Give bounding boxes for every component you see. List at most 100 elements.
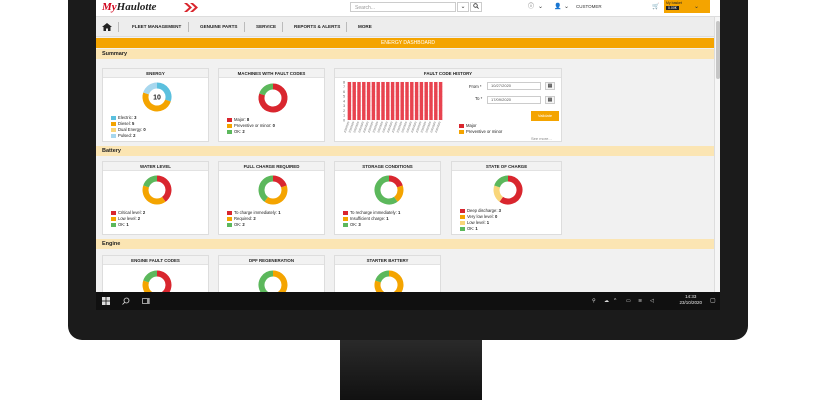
legend-swatch (111, 128, 116, 132)
home-icon[interactable] (102, 23, 112, 31)
donut-slice[interactable] (393, 185, 404, 202)
bar-major[interactable] (419, 82, 424, 120)
nav-reports-alerts[interactable]: REPORTS & ALERTS (294, 24, 340, 29)
wifi-icon[interactable]: ≋ (638, 296, 642, 306)
info-icon[interactable]: ⓘ (528, 2, 534, 12)
machines-fault-donut-chart (258, 83, 288, 113)
legend-value: 2 (253, 216, 256, 221)
legend-value: 0 (272, 123, 275, 128)
search-dropdown-button[interactable]: ⌄ (457, 2, 469, 12)
taskbar-search-icon[interactable] (122, 297, 130, 305)
donut-slice[interactable] (156, 175, 172, 202)
donut-slice[interactable] (143, 270, 158, 283)
battery-icon[interactable]: ▭ (626, 296, 631, 306)
notifications-icon[interactable]: ▢ (710, 296, 716, 306)
donut-slice[interactable] (259, 83, 274, 96)
full-charge-donut-chart (258, 175, 288, 205)
nav-more[interactable]: MORE (358, 24, 372, 29)
bar-major[interactable] (386, 82, 390, 120)
from-date-input[interactable]: 10/27/2020 (487, 82, 541, 90)
card-water-level: WATER LEVEL Critical level: 2 Low level: … (102, 161, 209, 235)
legend-label: To recharge immediately: (350, 210, 398, 215)
bar-major[interactable] (395, 82, 400, 120)
nav-fleet-management[interactable]: FLEET MANAGEMENT (132, 24, 181, 29)
donut-slice[interactable] (388, 175, 403, 188)
to-date-input[interactable]: 17/09/2020 (487, 96, 541, 104)
info-dropdown-icon[interactable]: ⌄ (538, 2, 543, 12)
bar-major[interactable] (371, 82, 376, 120)
storage-donut-chart (374, 175, 404, 205)
see-more-link[interactable]: See more... (531, 136, 552, 141)
search-input[interactable]: Search... (350, 2, 456, 12)
to-label: To * (475, 96, 483, 101)
bar-major[interactable] (376, 82, 380, 120)
card-title: DPF REGENERATION (219, 256, 324, 265)
volume-icon[interactable]: ◁ (650, 296, 654, 306)
donut-slice[interactable] (258, 175, 274, 202)
bar-major[interactable] (429, 82, 433, 120)
donut-slice[interactable] (264, 185, 288, 205)
onedrive-icon[interactable]: ☁ (604, 296, 609, 306)
bar-major[interactable] (424, 82, 428, 120)
taskbar-clock[interactable]: 14:33 23/10/2020 (679, 294, 702, 306)
task-view-icon[interactable] (142, 297, 150, 305)
bar-major[interactable] (366, 82, 371, 120)
bar-major[interactable] (400, 82, 404, 120)
bar-major[interactable] (405, 82, 409, 120)
bar-major[interactable] (352, 82, 356, 120)
tray-chevron-icon[interactable]: ^ (614, 296, 616, 306)
legend-swatch (460, 221, 465, 225)
legend-swatch (343, 211, 348, 215)
legend-value: 2 (242, 222, 245, 227)
card-title: ENERGY (103, 69, 208, 78)
cart-icon[interactable]: 🛒 (652, 2, 659, 12)
nav-service[interactable]: SERVICE (256, 24, 276, 29)
donut-slice[interactable] (142, 185, 166, 205)
legend-swatch (227, 211, 232, 215)
bar-major[interactable] (414, 82, 419, 120)
logo-chevrons-icon (184, 3, 198, 12)
main-nav: FLEET MANAGEMENT GENUINE PARTS SERVICE R… (96, 17, 720, 37)
page-scrollbar[interactable] (714, 17, 720, 293)
donut-slice[interactable] (375, 270, 390, 283)
bar-major[interactable] (381, 82, 385, 120)
from-calendar-icon[interactable]: ▦ (545, 82, 555, 90)
y-tick-label: 5 (343, 95, 345, 99)
bar-major[interactable] (410, 82, 414, 120)
nav-genuine-parts[interactable]: GENUINE PARTS (200, 24, 237, 29)
legend-item: OK: 2 (227, 129, 275, 135)
user-label[interactable]: CUSTOMER (576, 2, 602, 12)
windows-start-icon[interactable] (102, 297, 110, 305)
to-calendar-icon[interactable]: ▦ (545, 96, 555, 104)
bar-major[interactable] (357, 82, 361, 120)
donut-slice[interactable] (493, 185, 504, 202)
donut-slice[interactable] (494, 175, 509, 188)
bar-major[interactable] (434, 82, 438, 120)
bar-major[interactable] (438, 82, 443, 120)
people-icon[interactable]: ⚲ (592, 296, 596, 306)
donut-slice[interactable] (143, 82, 158, 95)
cart-summary[interactable]: My basket 0.00€ (664, 0, 710, 13)
card-title: STARTER BATTERY (335, 256, 440, 265)
legend-label: Very low level: (467, 214, 495, 219)
user-icon[interactable]: 👤 (554, 2, 561, 12)
bar-major[interactable] (347, 82, 352, 120)
donut-slice[interactable] (272, 175, 287, 188)
bar-major[interactable] (362, 82, 366, 120)
legend-value: 1 (278, 210, 281, 215)
section-engine: Engine (96, 239, 714, 249)
scrollbar-thumb[interactable] (716, 21, 720, 79)
y-tick-label: 7 (343, 85, 345, 89)
bar-major[interactable] (390, 82, 395, 120)
legend-swatch (111, 223, 116, 227)
y-tick-label: 6 (343, 90, 345, 94)
user-dropdown-icon[interactable]: ⌄ (564, 2, 569, 12)
y-tick-label: 0 (343, 118, 345, 122)
search-button[interactable] (470, 2, 482, 12)
card-energy: ENERGY 10 Electric: 3 Diesel: 5 Dual Energ… (102, 68, 209, 142)
cart-dropdown-icon[interactable]: ⌄ (694, 2, 699, 12)
validate-button[interactable]: Validate (531, 111, 559, 121)
donut-slice[interactable] (143, 175, 158, 188)
section-battery: Battery (96, 146, 714, 156)
brand-logo[interactable]: MyHaulotte (102, 1, 156, 13)
